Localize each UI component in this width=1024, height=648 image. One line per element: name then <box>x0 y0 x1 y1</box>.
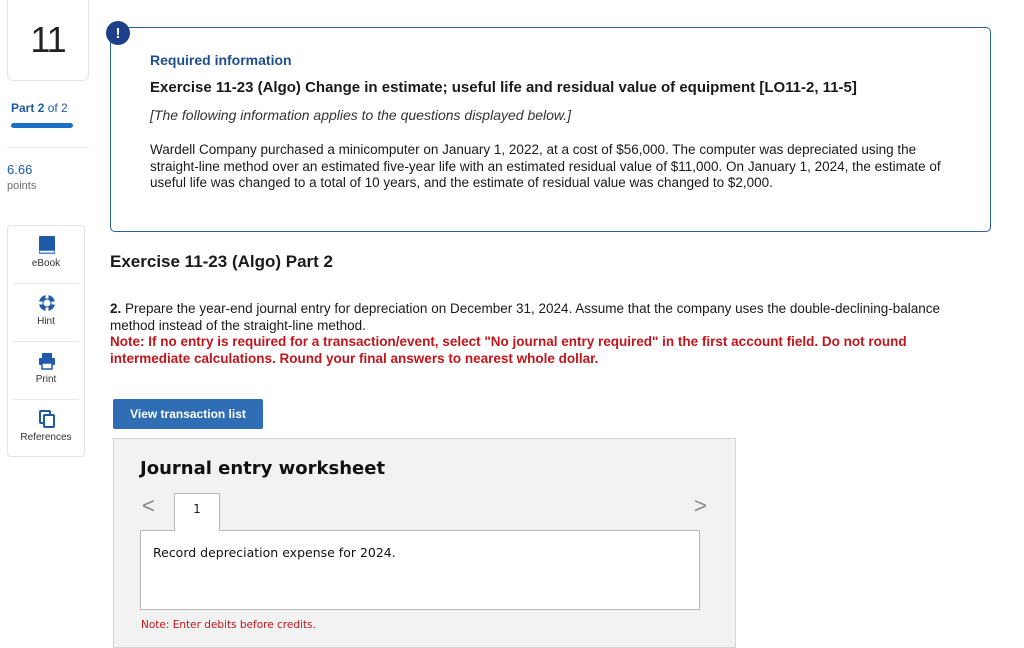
worksheet-note: Note: Enter debits before credits. <box>141 619 316 631</box>
tool-label: References <box>20 432 72 443</box>
tool-references[interactable]: References <box>8 400 84 457</box>
question-number-box: 11 <box>7 0 89 81</box>
part-indicator: Part 2 of 2 <box>11 101 68 115</box>
tool-hint[interactable]: Hint <box>8 284 84 341</box>
exercise-title: Exercise 11-23 (Algo) Change in estimate… <box>150 79 857 96</box>
points-label: points <box>7 180 37 192</box>
part-current: 2 <box>37 101 45 115</box>
alert-icon: ! <box>106 21 130 45</box>
tool-label: Hint <box>37 316 55 327</box>
part-prefix: Part <box>11 101 35 115</box>
scenario-text: Wardell Company purchased a minicomputer… <box>150 142 941 190</box>
question-block: 2. Prepare the year-end journal entry fo… <box>110 301 980 367</box>
question-number-label: 2. <box>110 301 122 316</box>
rail-divider <box>7 147 89 148</box>
part-progress-bar <box>11 123 73 128</box>
points-value: 6.66 <box>7 162 33 177</box>
chevron-left-icon[interactable]: < <box>142 493 155 519</box>
question-text: Prepare the year-end journal entry for d… <box>110 301 941 333</box>
worksheet-title: Journal entry worksheet <box>140 458 386 479</box>
tools-panel: eBook Hint Print References <box>7 225 85 457</box>
journal-entry-worksheet: Journal entry worksheet < 1 > Record dep… <box>113 438 736 648</box>
question-number: 11 <box>30 19 66 60</box>
part-heading: Exercise 11-23 (Algo) Part 2 <box>110 252 334 271</box>
question-note: Note: If no entry is required for a tran… <box>110 334 907 366</box>
tool-ebook[interactable]: eBook <box>8 226 84 283</box>
chevron-right-icon[interactable]: > <box>694 493 707 519</box>
part-total: of 2 <box>47 101 68 115</box>
required-information-heading: Required information <box>150 52 292 68</box>
applies-note: [The following information applies to th… <box>150 107 572 123</box>
lifebuoy-icon <box>39 295 55 311</box>
worksheet-description: Record depreciation expense for 2024. <box>153 545 396 560</box>
worksheet-panel: Record depreciation expense for 2024. <box>140 530 700 610</box>
view-transaction-list-button[interactable]: View transaction list <box>113 399 263 429</box>
tool-label: Print <box>35 374 57 385</box>
required-information-box: Required information Exercise 11-23 (Alg… <box>110 27 991 232</box>
printer-icon <box>39 353 55 370</box>
copy-icon <box>39 410 55 428</box>
book-icon <box>39 236 55 254</box>
worksheet-tab-1[interactable]: 1 <box>174 493 220 531</box>
tool-label: eBook <box>31 258 61 269</box>
tool-print[interactable]: Print <box>8 342 84 399</box>
